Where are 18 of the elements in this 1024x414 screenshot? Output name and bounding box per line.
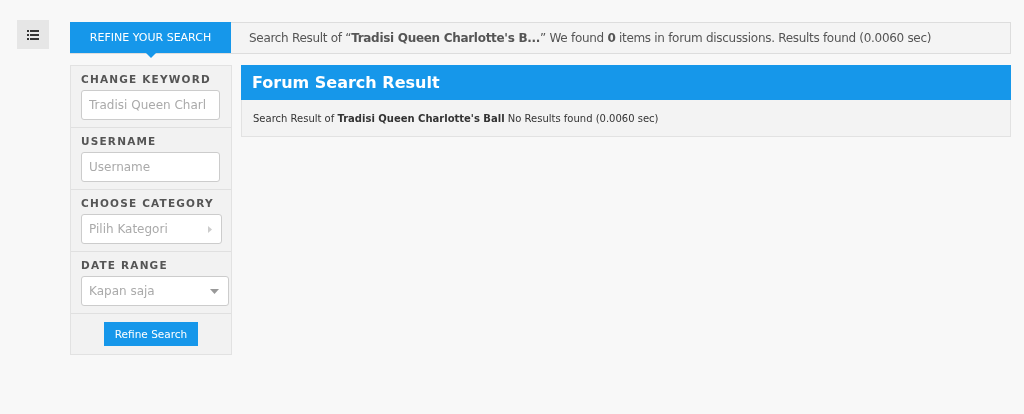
list-icon: [27, 29, 39, 40]
input-field[interactable]: Tradisi Queen Charl: [81, 90, 220, 120]
date-select[interactable]: Kapan saja: [81, 276, 229, 306]
filter-label: CHOOSE CATEGORY: [81, 197, 215, 209]
search-summary: Search Result of “Tradisi Queen Charlotte's B...” We found 0 items in forum discussions. Results found (0.0060 sec): [248, 31, 932, 45]
refine-tab[interactable]: REFINE YOUR SEARCH: [70, 22, 231, 53]
input-field[interactable]: Username: [81, 152, 220, 182]
refine-search-button[interactable]: Refine Search: [103, 322, 199, 346]
result-header: Forum Search Result: [241, 65, 1011, 100]
filter-label: DATE RANGE: [81, 259, 169, 271]
list-menu-button[interactable]: [17, 20, 49, 49]
filter-label: USERNAME: [81, 135, 158, 147]
caret-icon: [208, 225, 212, 233]
filter-label: CHANGE KEYWORD: [81, 73, 212, 85]
result-message: Search Result of Tradisi Queen Charlotte's Ball No Results found (0.0060 sec): [253, 112, 659, 124]
caret-icon: [210, 288, 219, 294]
category-select[interactable]: Pilih Kategori: [81, 214, 222, 244]
pointer-icon: [146, 53, 156, 58]
